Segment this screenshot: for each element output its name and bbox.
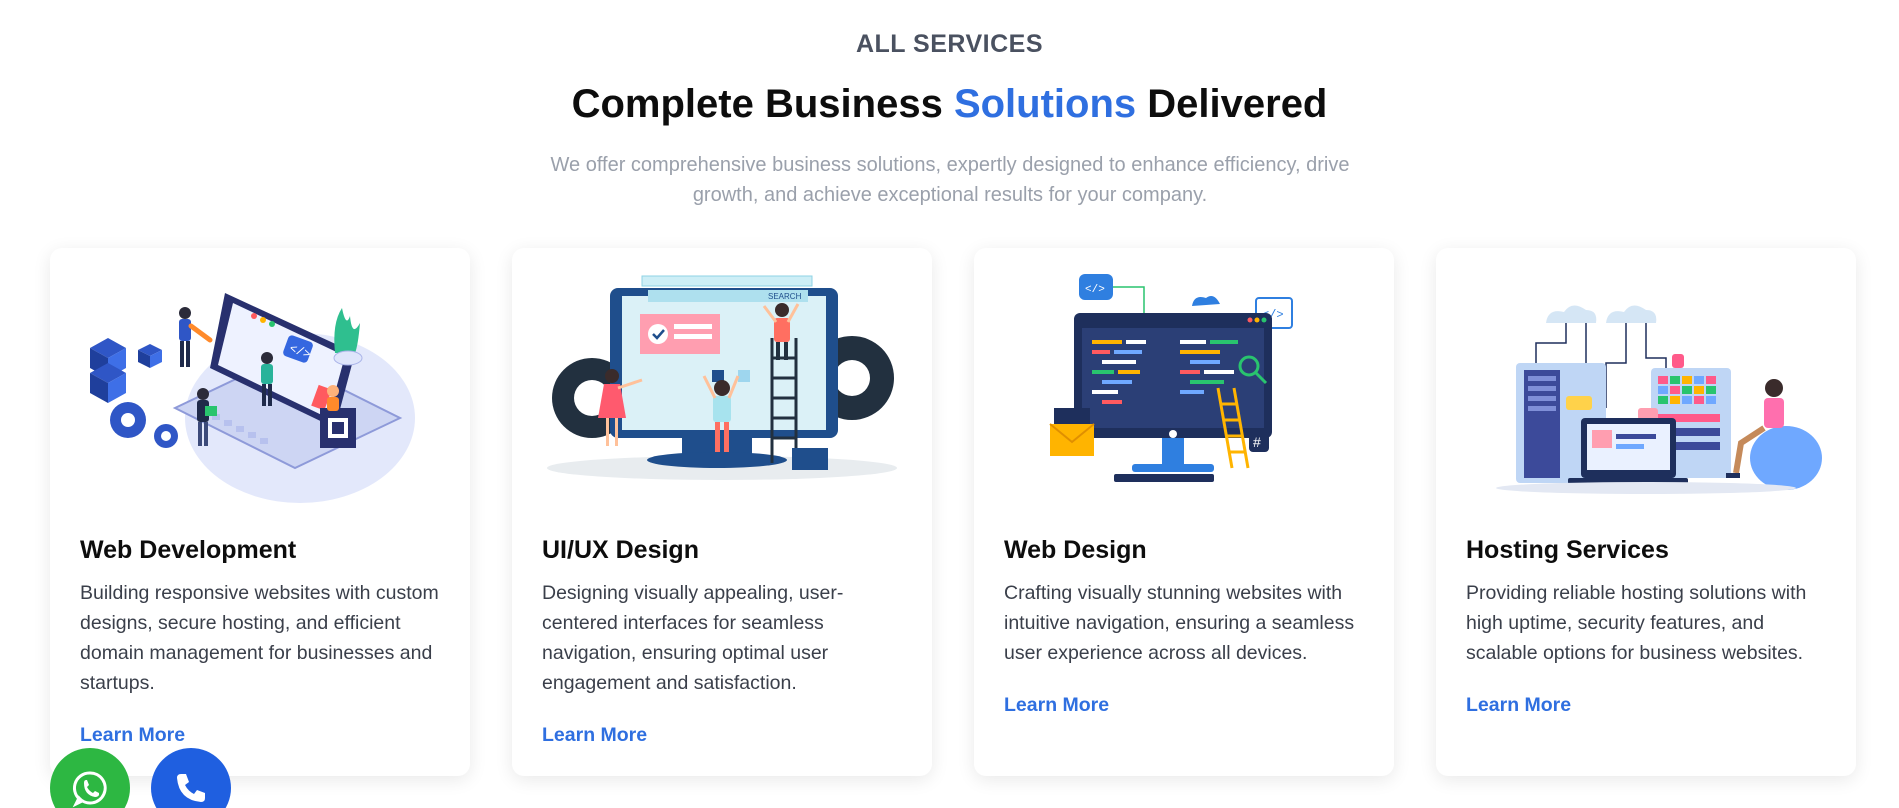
title-accent: Solutions xyxy=(953,82,1137,126)
title-part-1: Complete Business xyxy=(571,82,954,126)
web-development-illustration: </> xyxy=(90,293,415,503)
whatsapp-icon xyxy=(72,771,107,808)
card-description: Crafting visually stunning websites with… xyxy=(1004,582,1355,664)
learn-more-link[interactable]: Learn More xyxy=(542,724,647,747)
svg-text:#: # xyxy=(1253,434,1261,450)
section-eyebrow: ALL SERVICES xyxy=(855,30,1044,58)
service-card-web-design: </> </> # Web Design Crafting visually s… xyxy=(974,248,1394,776)
card-title: Hosting Services xyxy=(1466,536,1669,564)
ui-ux-design-illustration: SEARCH xyxy=(547,275,897,480)
search-label: SEARCH xyxy=(768,292,802,301)
svg-text:</>: </> xyxy=(1085,284,1105,296)
card-description: Providing reliable hosting solutions wit… xyxy=(1466,582,1807,664)
service-card-web-development: </> Web Development Building responsive … xyxy=(50,248,470,776)
card-title: Web Development xyxy=(80,536,297,564)
section-title: Complete Business Solutions Delivered xyxy=(0,82,1899,127)
learn-more-link[interactable]: Learn More xyxy=(1004,694,1109,717)
title-part-2: Delivered xyxy=(1136,82,1328,126)
card-title: Web Design xyxy=(1004,536,1147,564)
card-title: UI/UX Design xyxy=(542,536,699,564)
card-description: Building responsive websites with custom… xyxy=(80,582,439,694)
service-card-ui-ux-design: SEARCH UI/UX Design Designing visually a… xyxy=(512,248,932,776)
phone-icon xyxy=(177,774,205,802)
section-subtitle: We offer comprehensive business solution… xyxy=(550,154,1350,206)
card-description: Designing visually appealing, user-cente… xyxy=(542,582,844,694)
service-card-hosting-services: Hosting Services Providing reliable host… xyxy=(1436,248,1856,776)
web-design-illustration: </> </> # xyxy=(1049,274,1293,482)
learn-more-link[interactable]: Learn More xyxy=(80,724,185,747)
learn-more-link[interactable]: Learn More xyxy=(1466,694,1571,717)
hosting-services-illustration xyxy=(1496,305,1822,494)
